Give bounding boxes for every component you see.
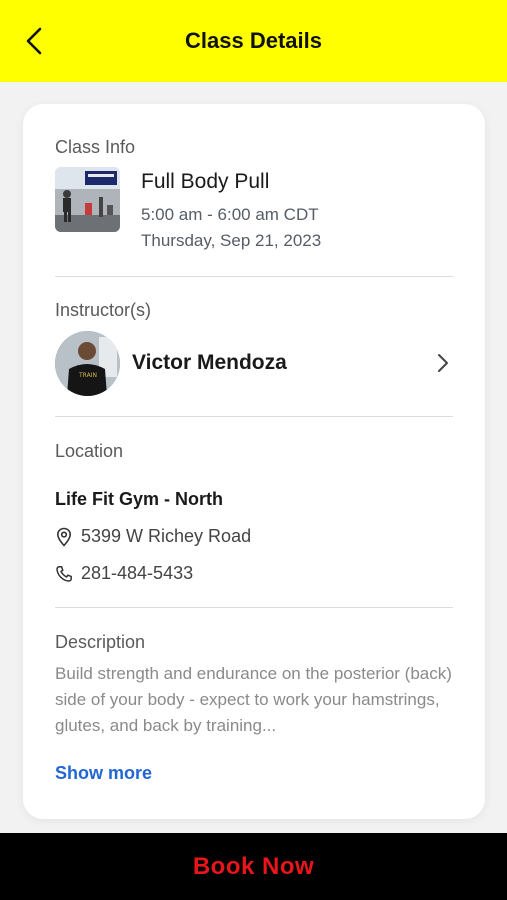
location-label: Location [55, 441, 124, 461]
chevron-left-icon [26, 27, 42, 55]
class-title: Full Body Pull [141, 170, 270, 193]
description-text: Build strength and endurance on the post… [55, 664, 452, 735]
header-bar: Class Details [0, 0, 507, 82]
class-info-label: Class Info [55, 137, 136, 157]
divider [55, 607, 453, 608]
phone-row[interactable]: 281-484-5433 [55, 563, 193, 584]
address-row[interactable]: 5399 W Richey Road [55, 526, 251, 547]
class-time: 5:00 am - 6:00 am CDT [141, 205, 319, 224]
divider [55, 416, 453, 417]
description-label: Description [55, 632, 146, 652]
book-now-label: Book Now [192, 852, 315, 880]
map-pin-icon [55, 527, 73, 547]
instructor-label: Instructor(s) [55, 300, 152, 320]
class-thumbnail [55, 167, 120, 232]
page-title: Class Details [185, 28, 322, 53]
instructor-name: Victor Mendoza [132, 351, 287, 374]
gym-name: Life Fit Gym - North [55, 489, 223, 509]
gym-photo-image [55, 167, 120, 232]
book-now-button[interactable]: Book Now [0, 833, 507, 900]
shirt-text: TRAIN [78, 372, 97, 379]
divider [55, 276, 453, 277]
instructor-row[interactable]: TRAIN Victor Mendoza [55, 330, 453, 396]
avatar: TRAIN [55, 330, 120, 396]
back-button[interactable] [18, 24, 50, 58]
instructor-photo: TRAIN [55, 330, 120, 396]
address-text: 5399 W Richey Road [81, 526, 252, 546]
class-details-card: Class Info Full Body Pull 5:00 am - 6:00… [23, 104, 485, 819]
chevron-right-icon [433, 351, 453, 375]
phone-icon [55, 564, 73, 584]
show-more-link[interactable]: Show more [55, 763, 152, 784]
class-date: Thursday, Sep 21, 2023 [141, 231, 322, 250]
phone-text: 281-484-5433 [81, 563, 194, 583]
